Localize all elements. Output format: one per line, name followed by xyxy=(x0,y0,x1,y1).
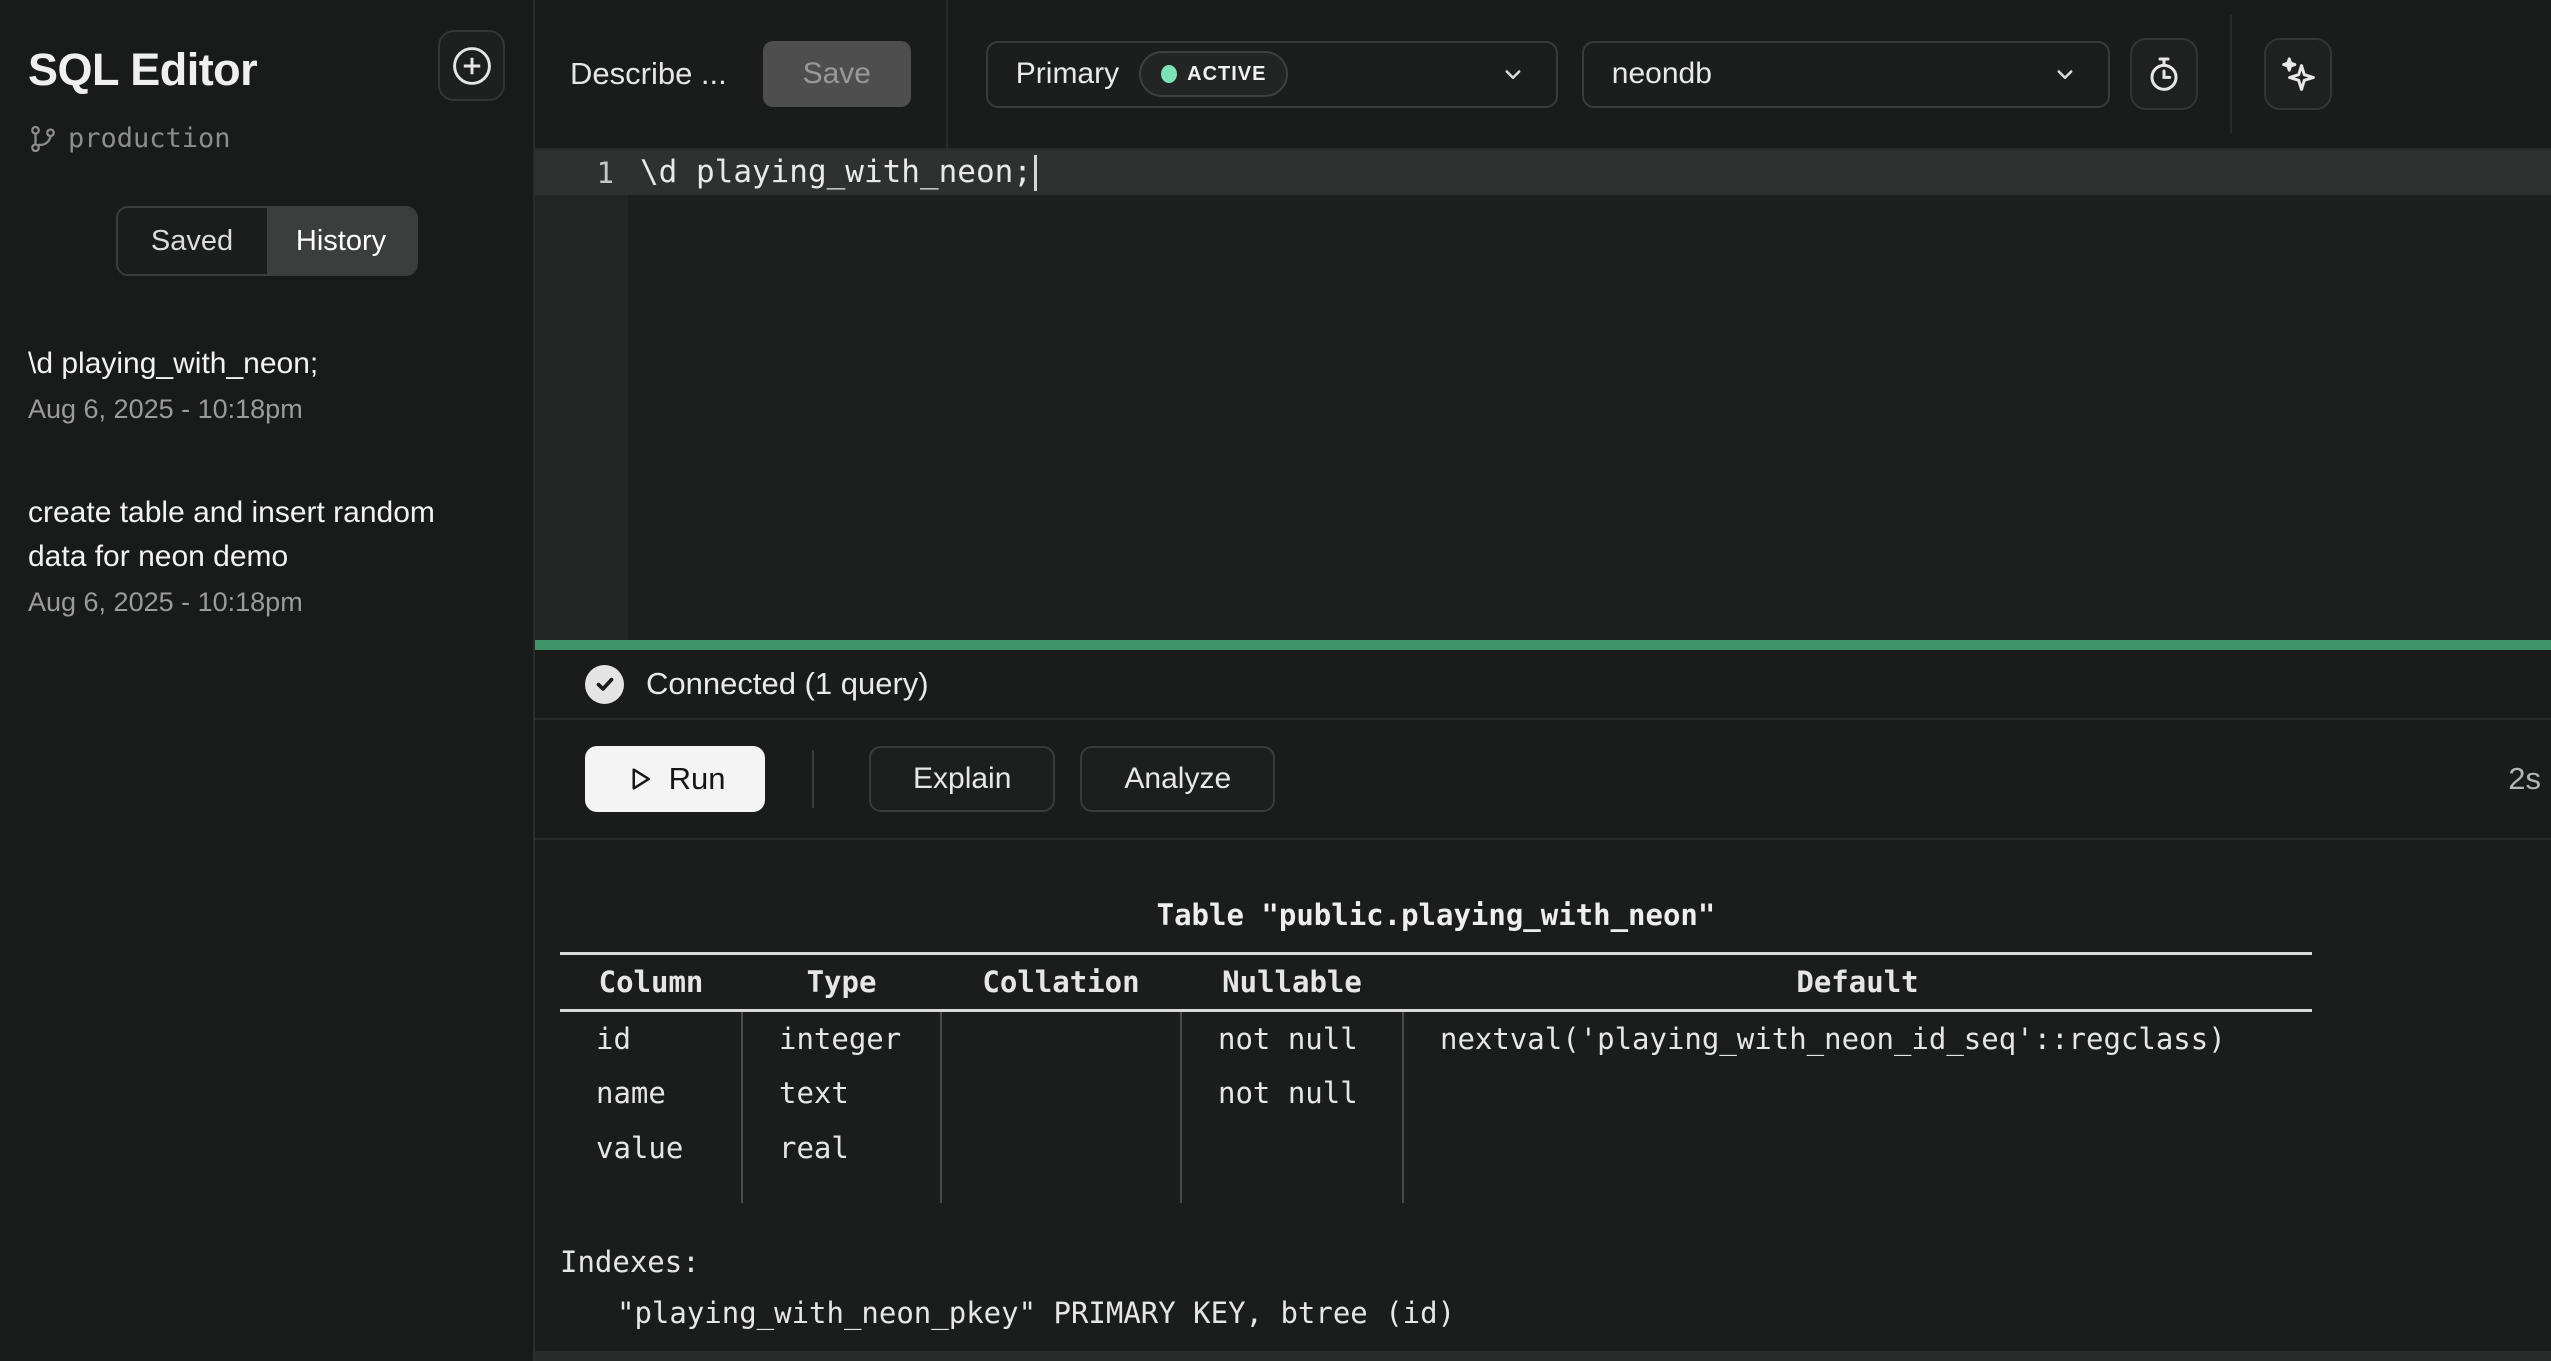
run-button[interactable]: Run xyxy=(585,746,765,812)
query-duration: 2s xyxy=(2508,761,2543,797)
result-table-header-row: Column Type Collation Nullable Default xyxy=(560,954,2312,1011)
play-icon xyxy=(625,764,655,794)
git-branch-icon xyxy=(28,124,58,154)
editor-gutter xyxy=(535,150,628,640)
query-actions-bar: Run Explain Analyze 2s xyxy=(535,720,2551,840)
code-text: \d playing_with_neon; xyxy=(628,154,1037,192)
branch-name: production xyxy=(68,123,231,154)
branch-indicator: production xyxy=(28,123,505,154)
table-cell: name xyxy=(560,1066,742,1121)
indexes-label: Indexes: xyxy=(560,1237,2551,1288)
table-cell xyxy=(941,1066,1181,1121)
toolbar-divider xyxy=(2230,15,2232,133)
history-item-title: \d playing_with_neon; xyxy=(28,342,468,386)
history-list: \d playing_with_neon; Aug 6, 2025 - 10:1… xyxy=(28,342,505,618)
sparkles-icon xyxy=(2277,53,2319,95)
connection-status-text: Connected (1 query) xyxy=(646,666,929,702)
check-circle-icon xyxy=(585,665,624,704)
history-item[interactable]: create table and insert random data for … xyxy=(28,491,505,618)
result-table: Column Type Collation Nullable Default i… xyxy=(560,952,2312,1203)
table-row: id integer not null nextval('playing_wit… xyxy=(560,1011,2312,1066)
index-definition: "playing_with_neon_pkey" PRIMARY KEY, bt… xyxy=(560,1288,2551,1339)
tab-history[interactable]: History xyxy=(267,208,416,274)
branch-select[interactable]: Primary ACTIVE xyxy=(986,41,1558,108)
query-timing-button[interactable] xyxy=(2130,38,2198,110)
column-header: Type xyxy=(742,954,941,1011)
query-progress-bar xyxy=(535,640,2551,650)
new-query-button[interactable] xyxy=(438,30,505,101)
save-button[interactable]: Save xyxy=(763,41,911,107)
results-panel[interactable]: Table "public.playing_with_neon" Column … xyxy=(535,840,2551,1361)
text-cursor xyxy=(1034,155,1037,191)
table-cell: not null xyxy=(1181,1066,1403,1121)
chevron-down-icon xyxy=(2050,59,2080,89)
toolbar-divider xyxy=(946,0,948,148)
plus-circle-icon xyxy=(450,44,494,88)
column-header: Nullable xyxy=(1181,954,1403,1011)
branch-select-value: Primary xyxy=(1016,57,1119,91)
ai-assist-button[interactable] xyxy=(2264,38,2332,110)
table-row: name text not null xyxy=(560,1066,2312,1121)
history-item-timestamp: Aug 6, 2025 - 10:18pm xyxy=(28,587,505,618)
table-row: value real xyxy=(560,1121,2312,1176)
run-button-label: Run xyxy=(669,761,726,797)
status-badge-label: ACTIVE xyxy=(1187,63,1266,86)
page-title: SQL Editor xyxy=(28,30,257,96)
history-item[interactable]: \d playing_with_neon; Aug 6, 2025 - 10:1… xyxy=(28,342,505,425)
table-cell: id xyxy=(560,1011,742,1066)
history-item-timestamp: Aug 6, 2025 - 10:18pm xyxy=(28,394,505,425)
connection-status-bar: Connected (1 query) xyxy=(535,650,2551,720)
table-cell: text xyxy=(742,1066,941,1121)
stopwatch-icon xyxy=(2144,54,2184,94)
sidebar: SQL Editor production Saved xyxy=(0,0,535,1361)
tab-saved[interactable]: Saved xyxy=(118,208,267,274)
column-header: Column xyxy=(560,954,742,1011)
column-header: Collation xyxy=(941,954,1181,1011)
query-title: Describe ... xyxy=(570,56,727,92)
history-item-title: create table and insert random data for … xyxy=(28,491,468,579)
sql-editor-app: SQL Editor production Saved xyxy=(0,0,2551,1361)
table-cell xyxy=(1403,1066,2312,1121)
database-select[interactable]: neondb xyxy=(1582,41,2110,108)
sidebar-header: SQL Editor xyxy=(28,30,505,101)
main-panel: Describe ... Save Primary ACTIVE neondb xyxy=(535,0,2551,1361)
column-header: Default xyxy=(1403,954,2312,1011)
code-editor[interactable]: 1 \d playing_with_neon; xyxy=(535,150,2551,640)
database-select-value: neondb xyxy=(1612,57,1712,91)
analyze-button[interactable]: Analyze xyxy=(1080,746,1275,812)
editor-toolbar: Describe ... Save Primary ACTIVE neondb xyxy=(535,0,2551,150)
table-row-spacer xyxy=(560,1176,2312,1203)
table-cell: integer xyxy=(742,1011,941,1066)
horizontal-scrollbar[interactable] xyxy=(535,1351,2551,1361)
table-cell xyxy=(1403,1121,2312,1176)
table-cell: nextval('playing_with_neon_id_seq'::regc… xyxy=(1403,1011,2312,1066)
chevron-down-icon xyxy=(1498,59,1528,89)
line-number: 1 xyxy=(535,156,628,190)
status-badge: ACTIVE xyxy=(1139,51,1288,97)
actions-divider xyxy=(812,750,814,808)
table-cell xyxy=(941,1011,1181,1066)
table-cell xyxy=(941,1121,1181,1176)
explain-button[interactable]: Explain xyxy=(869,746,1055,812)
table-cell: not null xyxy=(1181,1011,1403,1066)
table-cell xyxy=(1181,1121,1403,1176)
active-code-line[interactable]: 1 \d playing_with_neon; xyxy=(535,150,2551,195)
active-dot-icon xyxy=(1161,65,1177,83)
result-table-title: Table "public.playing_with_neon" xyxy=(560,898,2312,932)
saved-history-toggle: Saved History xyxy=(116,206,418,276)
table-cell: value xyxy=(560,1121,742,1176)
table-cell: real xyxy=(742,1121,941,1176)
indexes-block: Indexes: "playing_with_neon_pkey" PRIMAR… xyxy=(560,1237,2551,1339)
